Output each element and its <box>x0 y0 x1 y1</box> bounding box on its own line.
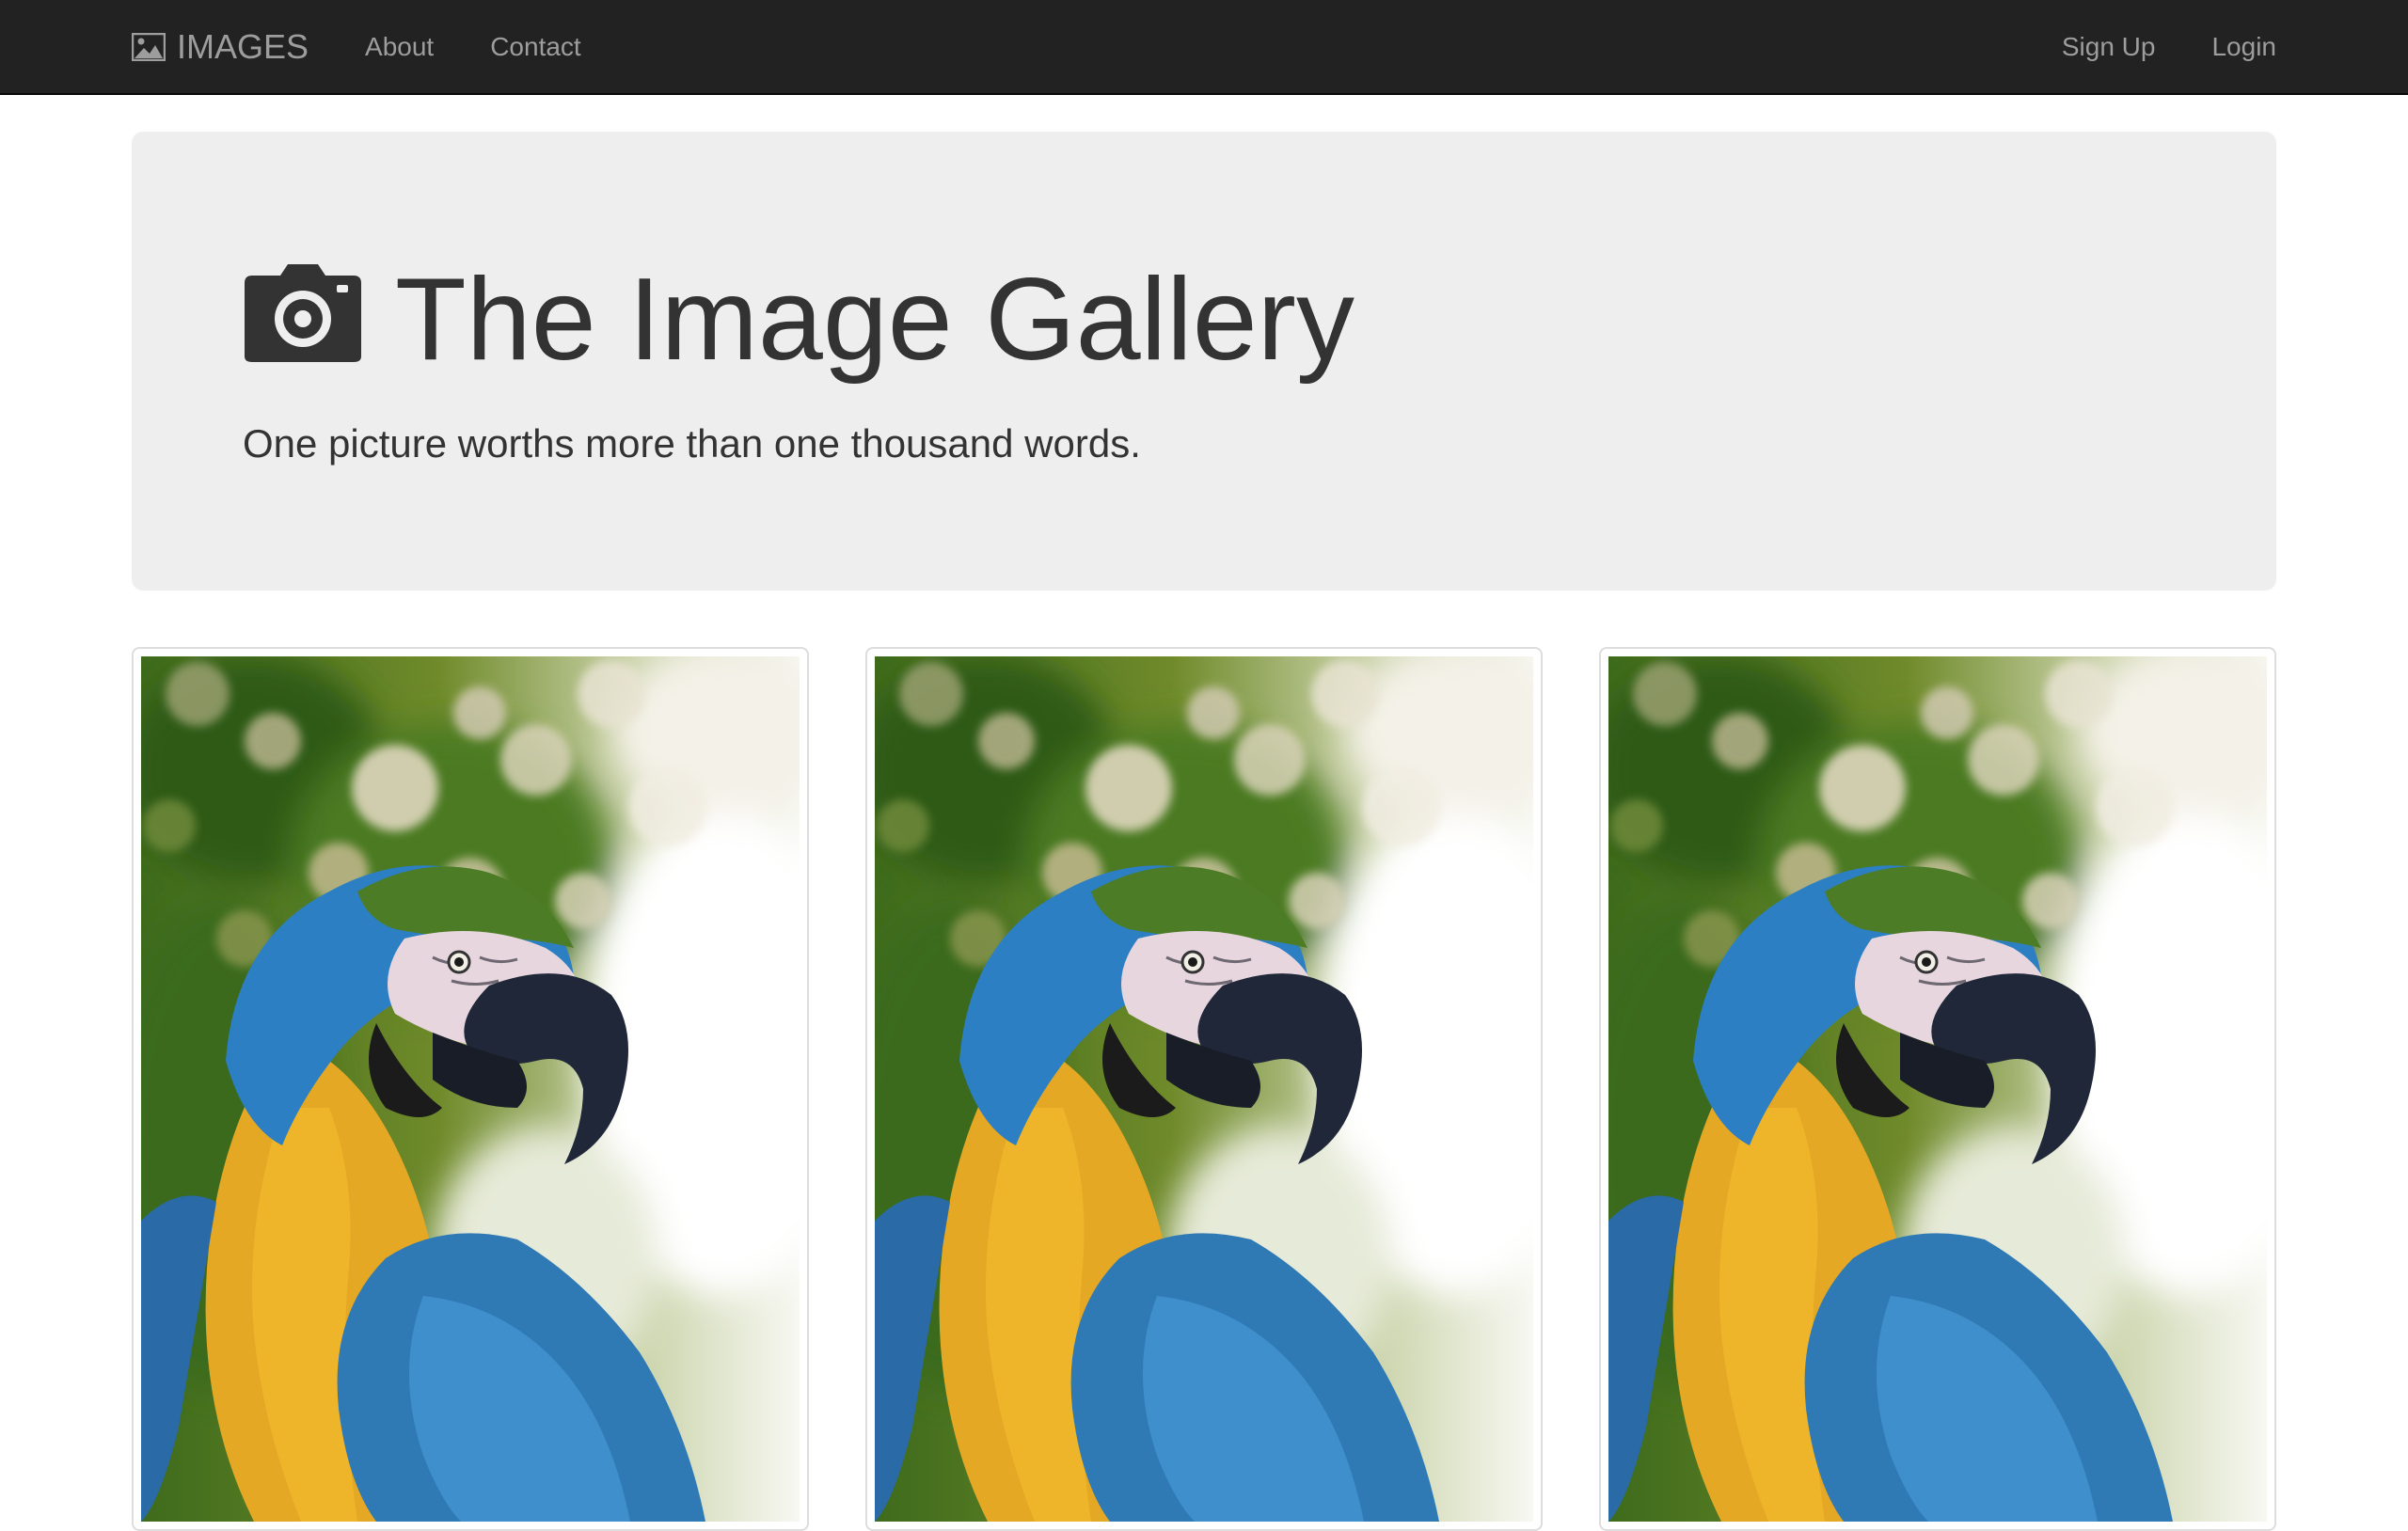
brand-link[interactable]: IMAGES <box>132 27 309 67</box>
image-icon <box>132 33 166 61</box>
navbar-container: IMAGES About Contact Sign Up Login <box>132 0 2276 94</box>
brand-label: IMAGES <box>177 27 309 66</box>
parrot-image <box>875 656 1533 1522</box>
camera-icon <box>245 264 361 362</box>
image-gallery <box>132 647 2276 1531</box>
navbar-left: IMAGES About Contact <box>132 0 638 94</box>
nav-link-contact[interactable]: Contact <box>490 32 581 62</box>
parrot-image <box>141 656 800 1522</box>
page-title: The Image Gallery <box>243 261 1354 378</box>
nav-link-sign-up[interactable]: Sign Up <box>2062 32 2156 62</box>
parrot-image <box>1608 656 2267 1522</box>
gallery-thumbnail-2[interactable] <box>865 647 1543 1531</box>
top-navbar: IMAGES About Contact Sign Up Login <box>0 0 2408 95</box>
jumbotron: The Image Gallery One picture worths mor… <box>132 132 2276 591</box>
nav-link-about[interactable]: About <box>365 32 434 62</box>
gallery-thumbnail-1[interactable] <box>132 647 809 1531</box>
page-title-text: The Image Gallery <box>395 255 1354 385</box>
navbar-right: Sign Up Login <box>2005 0 2276 94</box>
page-subtitle: One picture worths more than one thousan… <box>243 421 1141 466</box>
gallery-thumbnail-3[interactable] <box>1599 647 2276 1531</box>
nav-link-login[interactable]: Login <box>2211 32 2276 62</box>
